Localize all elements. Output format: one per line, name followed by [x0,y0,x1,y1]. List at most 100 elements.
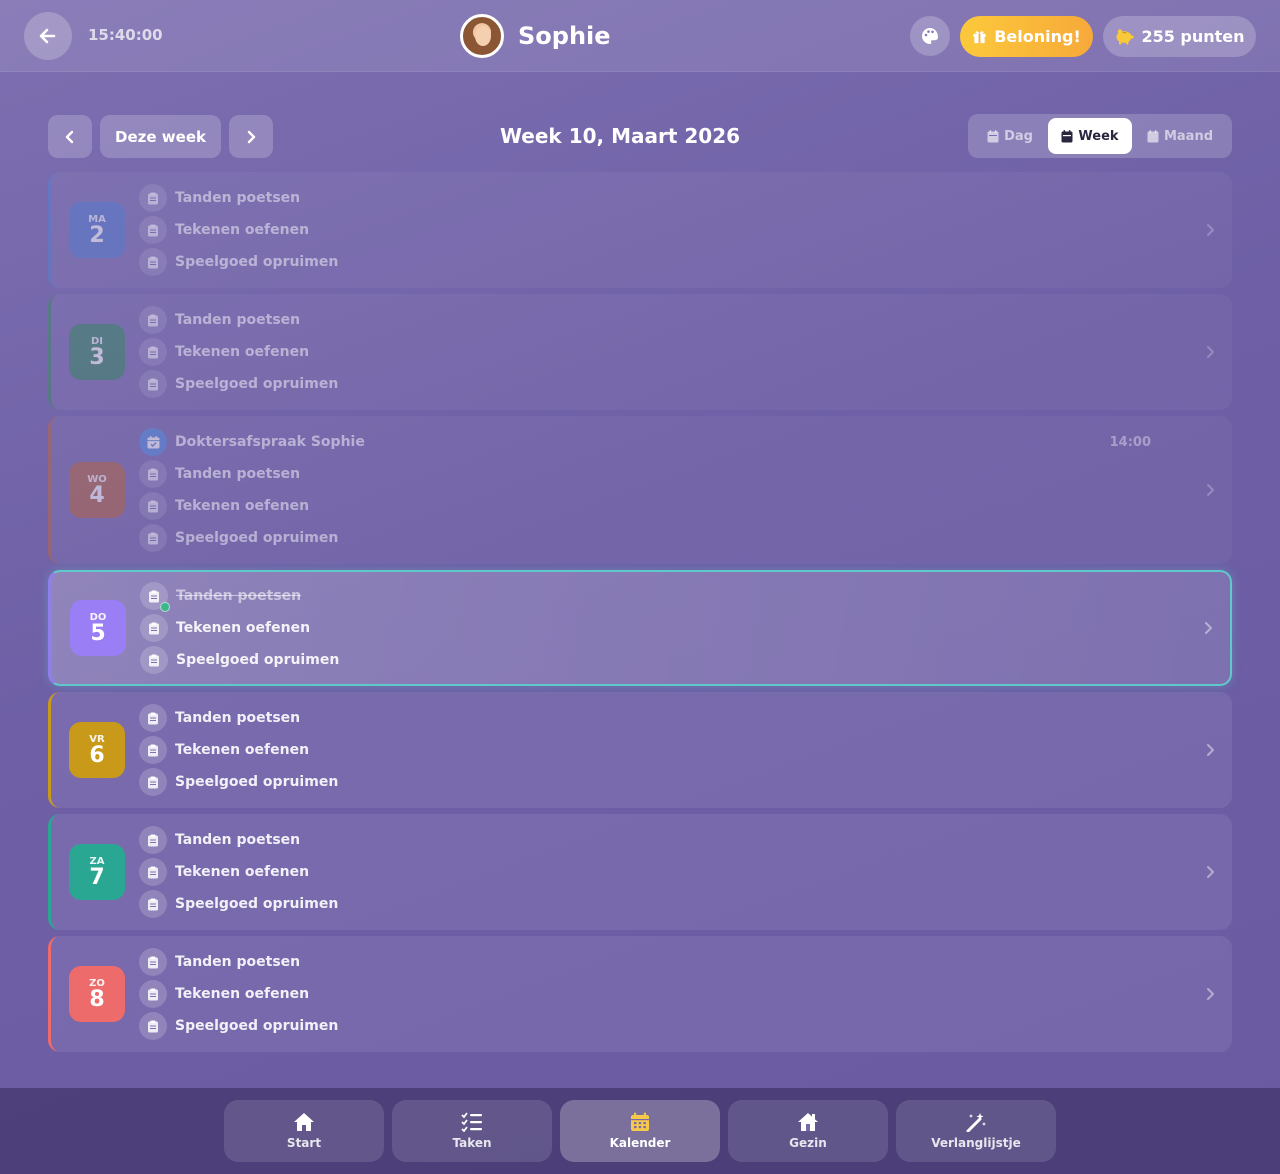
task-label: Tekenen oefenen [175,222,310,238]
theme-button[interactable] [910,16,950,56]
day-of-week: WO [87,473,107,485]
week-title: Week 10, Maart 2026 [499,124,741,148]
clipboard-icon [139,460,167,488]
task-item[interactable]: Speelgoed opruimen [140,646,340,674]
task-item[interactable]: Tanden poetsen [139,704,300,732]
day-card[interactable]: ZO 8 Tanden poetsen Tekenen oefenen Speelgoe… [48,936,1232,1052]
view-option-month[interactable]: Maand [1132,118,1228,154]
day-card[interactable]: VR 6 Tanden poetsen Tekenen oefenen Speelgoe… [48,692,1232,808]
clipboard-icon [139,826,167,854]
arrow-left-icon [39,28,56,44]
clipboard-icon [140,614,168,642]
task-label: Speelgoed opruimen [175,1018,339,1034]
clipboard-icon [139,890,167,918]
nav-tab-verlanglijstje[interactable]: Verlanglijstje [896,1100,1056,1162]
task-item[interactable]: Speelgoed opruimen [139,768,338,796]
task-item[interactable]: Tekenen oefenen [139,492,310,520]
next-week-button[interactable] [229,115,273,158]
event-label: Doktersafspraak Sophie [175,434,365,450]
clipboard-icon [139,216,167,244]
bottom-nav: Start Taken Kalender Gezin Verlanglijstj… [0,1088,1280,1174]
clipboard-icon [139,306,167,334]
previous-week-button[interactable] [48,115,92,158]
task-label: Tanden poetsen [176,588,302,604]
day-number: 5 [90,620,106,646]
day-of-week: DO [89,611,107,623]
task-item[interactable]: Speelgoed opruimen [139,370,338,398]
task-item[interactable]: Speelgoed opruimen [139,248,338,276]
chevron-right-icon [1202,986,1218,1002]
clipboard-icon [139,184,167,212]
task-label: Tekenen oefenen [175,742,310,758]
task-label: Speelgoed opruimen [175,530,339,546]
day-card[interactable]: WO 4 Doktersafspraak Sophie 14:00 Tanden poe… [48,416,1232,564]
task-item[interactable]: Tanden poetsen [139,306,300,334]
calendar-check-icon [139,428,167,456]
day-number: 3 [89,344,105,370]
clock: 15:40:00 [88,26,163,44]
top-bar: 15:40:00 Sophie Beloning! 255 punten [0,0,1280,72]
calendar-week-icon [1061,129,1073,142]
clipboard-icon [140,582,170,612]
this-week-button[interactable]: Deze week [100,115,221,158]
view-option-day[interactable]: Dag [972,118,1048,154]
task-item[interactable]: Tanden poetsen [139,184,300,212]
view-option-day-label: Dag [1004,128,1033,144]
view-option-week[interactable]: Week [1048,118,1132,154]
task-label: Tekenen oefenen [175,498,310,514]
task-item[interactable]: Speelgoed opruimen [139,890,338,918]
task-item[interactable]: Tekenen oefenen [139,736,310,764]
home-icon [294,1113,314,1131]
nav-tab-kalender[interactable]: Kalender [560,1100,720,1162]
task-item[interactable]: Tekenen oefenen [139,216,310,244]
nav-tab-taken[interactable]: Taken [392,1100,552,1162]
nav-tab-start-label: Start [286,1136,322,1150]
day-number: 7 [89,864,105,890]
clipboard-icon [139,492,167,520]
clipboard-icon [139,248,167,276]
chevron-right-icon [1202,864,1218,880]
date-badge: DO 5 [70,600,126,656]
day-card[interactable]: MA 2 Tanden poetsen Tekenen oefenen Speelgoe… [48,172,1232,288]
chevron-right-icon [247,130,256,143]
back-button[interactable] [24,12,72,60]
view-option-month-label: Maand [1163,128,1214,144]
points-button[interactable]: 255 punten [1103,16,1256,57]
nav-tab-kalender-label: Kalender [609,1136,671,1150]
task-item[interactable]: Tekenen oefenen [139,980,309,1008]
clipboard-icon [139,948,167,976]
task-item[interactable]: Tanden poetsen [139,948,300,976]
task-item[interactable]: Speelgoed opruimen [139,524,339,552]
reward-button[interactable]: Beloning! [960,16,1093,57]
chevron-right-icon [1202,222,1218,238]
task-item[interactable]: Speelgoed opruimen [139,1012,339,1040]
points-label: 255 punten [1141,27,1245,46]
nav-tab-start[interactable]: Start [224,1100,384,1162]
event-item[interactable]: Doktersafspraak Sophie 14:00 [139,428,1189,456]
palette-icon [922,28,938,44]
calendar-day-icon [987,129,999,142]
day-of-week: MA [88,213,106,225]
clipboard-icon [139,1012,167,1040]
day-card[interactable]: DO 5 Tanden poetsen Tekenen oefenen Speelgoe… [48,570,1232,686]
calendar-icon [631,1112,649,1131]
date-badge: VR 6 [69,722,125,778]
chevron-right-icon [1202,482,1218,498]
chevron-right-icon [1202,344,1218,360]
task-item[interactable]: Tanden poetsen [139,826,300,854]
view-switcher: Dag Week Maand [968,114,1232,158]
day-number: 8 [89,986,105,1012]
this-week-label: Deze week [115,127,206,146]
day-card[interactable]: ZA 7 Tanden poetsen Tekenen oefenen Speelgoe… [48,814,1232,930]
date-badge: MA 2 [69,202,125,258]
avatar [460,14,504,58]
task-item[interactable]: Tanden poetsen [139,460,300,488]
task-item[interactable]: Tanden poetsen [140,582,302,612]
task-item[interactable]: Tekenen oefenen [140,614,310,642]
task-item[interactable]: Tekenen oefenen [139,338,309,366]
nav-tab-gezin[interactable]: Gezin [728,1100,888,1162]
date-badge: WO 4 [69,462,125,518]
day-card[interactable]: DI 3 Tanden poetsen Tekenen oefenen Speelgoe… [48,294,1232,410]
task-label: Speelgoed opruimen [176,652,340,668]
task-item[interactable]: Tekenen oefenen [139,858,309,886]
